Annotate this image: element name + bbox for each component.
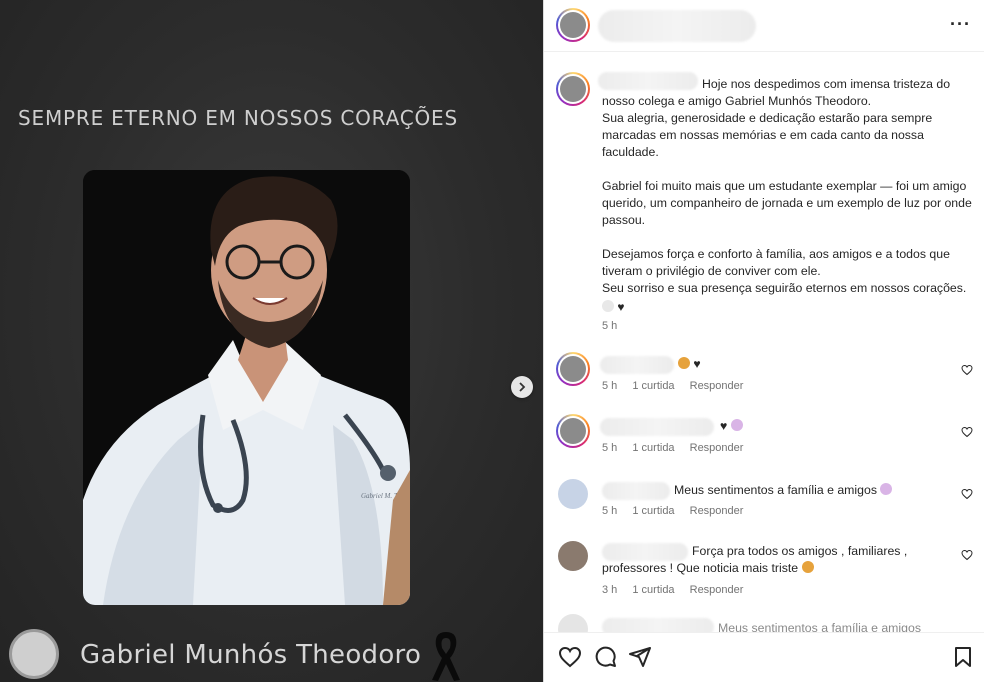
comment-meta: 5 h 1 curtida Responder (602, 505, 755, 517)
reply-button[interactable]: Responder (690, 442, 744, 454)
post-caption: Hoje nos despedimos com imensa tristeza … (602, 76, 972, 316)
comment-item: Meus sentimentos a família e amigos (544, 612, 984, 632)
more-options-icon[interactable]: ··· (950, 14, 971, 35)
black-heart-emoji: ♥ (693, 357, 701, 371)
chevron-right-icon (519, 382, 526, 392)
media-name: Gabriel Munhós Theodoro (80, 640, 422, 670)
author-avatar[interactable] (556, 8, 590, 42)
caption-paragraph-1b: Sua alegria, generosidade e dedicação es… (602, 111, 933, 159)
heart-icon[interactable] (961, 426, 973, 438)
comment-body: Força pra todos os amigos , familiares ,… (602, 544, 908, 575)
caption-paragraph-1: Hoje nos despedimos com imensa tristeza … (602, 77, 951, 108)
commenter-username-redacted[interactable] (602, 482, 670, 500)
comment-icon[interactable] (593, 645, 617, 669)
caption-paragraph-3b: Seu sorriso e sua presença seguirão eter… (602, 281, 967, 295)
coat-embroidery: Gabriel M. T. (361, 492, 399, 500)
commenter-username-redacted[interactable] (600, 356, 674, 374)
comment-likes[interactable]: 1 curtida (632, 380, 674, 392)
black-heart-emoji: ♥ (720, 419, 728, 433)
comment-item: Força pra todos os amigos , familiares ,… (544, 541, 984, 611)
comment-body: Meus sentimentos a família e amigos (674, 483, 877, 497)
caption-author-avatar[interactable] (556, 72, 590, 106)
portrait-photo: Gabriel M. T. (83, 170, 410, 605)
heart-icon[interactable] (558, 645, 582, 669)
comment-likes[interactable]: 1 curtida (632, 505, 674, 517)
comment-meta: 3 h 1 curtida Responder (602, 584, 755, 596)
comment-meta: 5 h 1 curtida Responder (602, 380, 755, 392)
commenter-username-redacted[interactable] (600, 418, 714, 436)
commenter-username-redacted[interactable] (602, 618, 714, 632)
caption-paragraph-2: Gabriel foi muito mais que um estudante … (602, 179, 972, 227)
comment-text: Meus sentimentos a família e amigos (718, 621, 921, 632)
commenter-avatar[interactable] (556, 414, 590, 448)
comment-text: ♥ (678, 356, 984, 373)
sad-face-emoji (801, 561, 814, 573)
praying-person-emoji (730, 419, 743, 431)
comment-item: Meus sentimentos a família e amigos 5 h … (544, 479, 984, 529)
reply-button[interactable]: Responder (690, 584, 744, 596)
comment-time: 5 h (602, 380, 618, 392)
reply-button[interactable]: Responder (690, 380, 744, 392)
post-media[interactable]: SEMPRE ETERNO EM NOSSOS CORAÇÕES Gabriel… (0, 0, 543, 682)
logo-crest (9, 629, 59, 679)
comment-time: 3 h (602, 584, 618, 596)
caption-emojis: ♥ (602, 299, 972, 316)
commenter-avatar[interactable] (558, 479, 588, 509)
comment-time: 5 h (602, 505, 618, 517)
commenter-avatar[interactable] (558, 614, 588, 632)
black-heart-emoji: ♥ (617, 300, 625, 314)
comment-item: ♥ 5 h 1 curtida Responder (544, 414, 984, 464)
post-time: 5 h (602, 320, 618, 332)
comment-meta: 5 h 1 curtida Responder (602, 442, 755, 454)
caption-paragraph-3: Desejamos força e conforto à família, ao… (602, 247, 950, 278)
post-actions-bar (544, 632, 984, 682)
heart-icon[interactable] (961, 549, 973, 561)
heart-icon[interactable] (961, 364, 973, 376)
bookmark-icon[interactable] (951, 645, 975, 669)
comment-text: Força pra todos os amigos , familiares ,… (602, 543, 942, 577)
comment-item: ♥ 5 h 1 curtida Responder (544, 352, 984, 402)
dove-emoji (602, 300, 614, 312)
comment-text: ♥ (720, 418, 984, 435)
comment-likes[interactable]: 1 curtida (632, 442, 674, 454)
commenter-avatar[interactable] (558, 541, 588, 571)
post-header: ··· (544, 0, 984, 52)
comment-text: Meus sentimentos a família e amigos (674, 482, 984, 499)
comment-likes[interactable]: 1 curtida (632, 584, 674, 596)
media-heading: SEMPRE ETERNO EM NOSSOS CORAÇÕES (18, 106, 458, 130)
post-details-panel: ··· Hoje nos despedimos com imensa trist… (543, 0, 984, 682)
praying-person-emoji (880, 483, 893, 495)
sad-face-emoji (678, 357, 690, 369)
instagram-post-view: SEMPRE ETERNO EM NOSSOS CORAÇÕES Gabriel… (0, 0, 984, 682)
author-username-redacted[interactable] (598, 10, 756, 42)
share-icon[interactable] (628, 645, 652, 669)
mourning-ribbon-icon (432, 632, 460, 681)
heart-icon[interactable] (961, 488, 973, 500)
reply-button[interactable]: Responder (690, 505, 744, 517)
next-media-button[interactable] (511, 376, 533, 398)
comment-time: 5 h (602, 442, 618, 454)
commenter-avatar[interactable] (556, 352, 590, 386)
